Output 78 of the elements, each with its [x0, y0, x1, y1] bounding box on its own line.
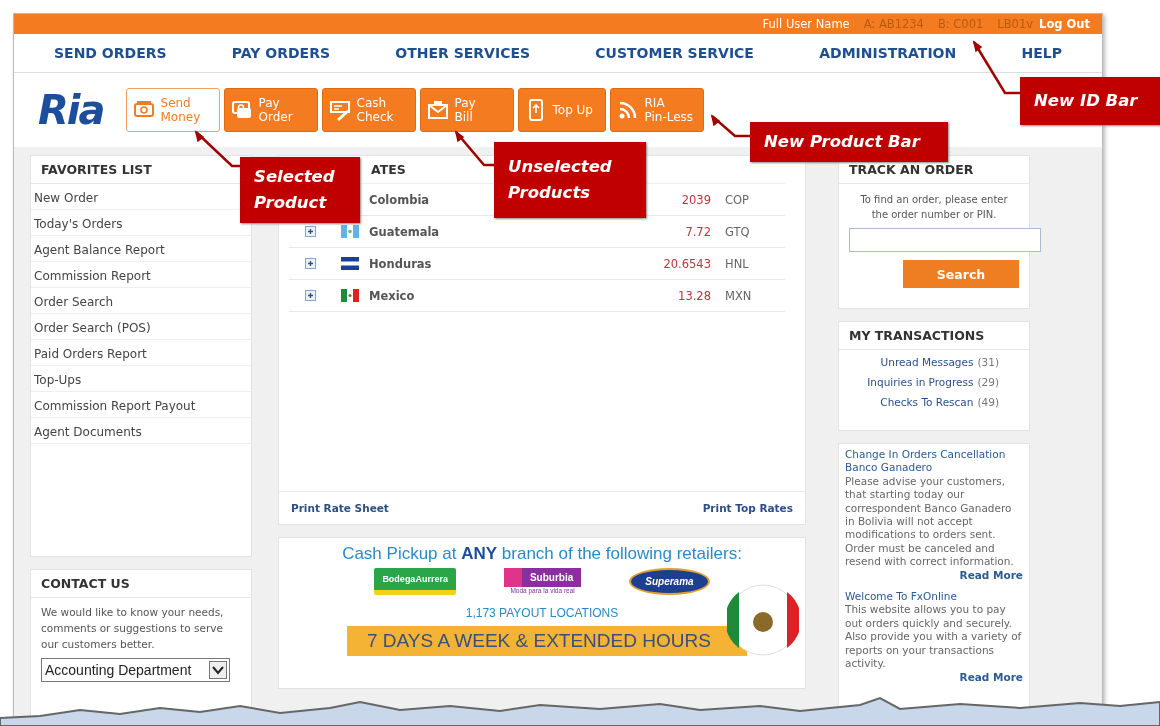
exchange-rate: 2039 — [680, 192, 712, 207]
favorite-link[interactable]: Agent Balance Report — [34, 243, 165, 257]
track-hint: To find an order, please enter the order number or PIN. — [859, 193, 1009, 222]
contact-text: We would like to know your needs, comments or suggestions to serve our customers better. — [41, 605, 225, 652]
favorite-link[interactable]: Order Search (POS) — [34, 321, 151, 335]
print-link[interactable]: Print Rate Sheet — [291, 502, 389, 514]
news-title[interactable]: Welcome To FxOnline — [845, 590, 1023, 604]
callout-arrow — [972, 40, 1020, 95]
retailer-logo: Superama — [629, 568, 710, 595]
check-pen-icon — [328, 99, 351, 121]
favorite-link[interactable]: Commission Report — [34, 269, 151, 283]
favorite-link[interactable]: Agent Documents — [34, 425, 142, 439]
id-label: LB01v — [997, 17, 1034, 31]
news-text: This website allows you to pay out orders quickly and securely. Also provide you with a variety of reports on your transactions activity. — [845, 603, 1023, 671]
country-name: Guatemala — [369, 224, 441, 239]
nav-link[interactable]: SEND ORDERS — [54, 45, 167, 61]
nav-link[interactable]: ADMINISTRATION — [819, 45, 957, 61]
flag-icon — [341, 289, 359, 302]
transaction-count: (29) — [977, 376, 999, 388]
country-name: Honduras — [369, 256, 433, 271]
currency-code: GTQ — [725, 224, 751, 239]
retailer-logo: BodegaAurrera — [374, 568, 456, 595]
hours-banner: 7 DAYS A WEEK & EXTENDED HOURS — [347, 626, 747, 656]
user-name: Full User Name — [762, 17, 850, 31]
expand-icon — [305, 226, 316, 237]
nav-link[interactable]: OTHER SERVICES — [395, 45, 531, 61]
panel-title: MY TRANSACTIONS — [839, 322, 1029, 350]
transaction-link[interactable]: Inquiries in Progress — [867, 376, 974, 388]
id-label: B: C001 — [937, 17, 984, 31]
callout-label: New Product Bar — [750, 122, 948, 162]
locations-text: 1,173 PAYOUT LOCATIONS — [464, 606, 620, 620]
flag-icon — [341, 225, 359, 238]
exchange-rate: 20.6543 — [662, 256, 712, 271]
retailer-logo: Suburbia — [503, 568, 582, 587]
caret-icon — [209, 661, 227, 679]
nav-link[interactable]: CUSTOMER SERVICE — [595, 45, 754, 61]
favorite-link[interactable]: Order Search — [34, 295, 114, 309]
currency-code: COP — [725, 192, 751, 207]
panel-title: ATES — [371, 161, 406, 179]
currency-code: MXN — [725, 288, 753, 303]
expand-icon — [305, 258, 316, 269]
id-label: A: AB1234 — [863, 17, 924, 31]
callout-arrow — [710, 114, 750, 138]
callout-arrow — [194, 130, 240, 168]
transaction-link[interactable]: Checks To Rescan — [880, 396, 974, 408]
panel-title: CONTACT US — [31, 570, 251, 598]
callout-arrow — [454, 130, 494, 167]
card-icon — [230, 99, 253, 121]
favorite-link[interactable]: New Order — [34, 191, 99, 205]
department-dropdown[interactable]: Accounting Department — [41, 658, 230, 682]
banner-headline: Cash Pickup at ANY branch of the following retailers: — [341, 544, 743, 564]
news-title[interactable]: Change In Orders Cancellation Banco Ganadero — [845, 448, 1023, 475]
read-more-link[interactable]: Read More — [845, 670, 1023, 684]
flag-icon — [341, 257, 359, 270]
expand-icon — [305, 290, 316, 301]
callout-label: Selected Product — [240, 157, 360, 223]
favorite-link[interactable]: Paid Orders Report — [34, 347, 147, 361]
exchange-rate: 13.28 — [677, 288, 712, 303]
transaction-count: (31) — [977, 356, 999, 368]
read-more-link[interactable]: Read More — [845, 568, 1023, 583]
favorite-link[interactable]: Commission Report Payout — [34, 399, 196, 413]
favorite-link[interactable]: Top-Ups — [34, 373, 82, 387]
news-text: Please advise your customers, that starting today our correspondent Banco Ganadero in Bolivia will not accept modifications to orders sent. Order must be canceled and resend with correct information. — [845, 474, 1015, 569]
transaction-link[interactable]: Unread Messages — [880, 356, 974, 368]
favorite-link[interactable]: Today's Orders — [34, 217, 123, 231]
envelope-icon — [426, 99, 449, 121]
print-link[interactable]: Print Top Rates — [702, 502, 793, 514]
ria-logo: Ria — [38, 87, 104, 133]
callout-label: Unselected Products — [494, 142, 646, 218]
nav-link[interactable]: PAY ORDERS — [231, 45, 331, 61]
exchange-rate: 7.72 — [684, 224, 712, 239]
flag-drawing — [727, 584, 799, 656]
nav-link[interactable]: HELP — [1021, 45, 1062, 61]
transaction-count: (49) — [977, 396, 999, 408]
currency-code: HNL — [725, 256, 750, 271]
order-number-field[interactable] — [849, 228, 1041, 252]
country-name: Mexico — [369, 288, 416, 303]
callout-label: New ID Bar — [1020, 77, 1160, 125]
